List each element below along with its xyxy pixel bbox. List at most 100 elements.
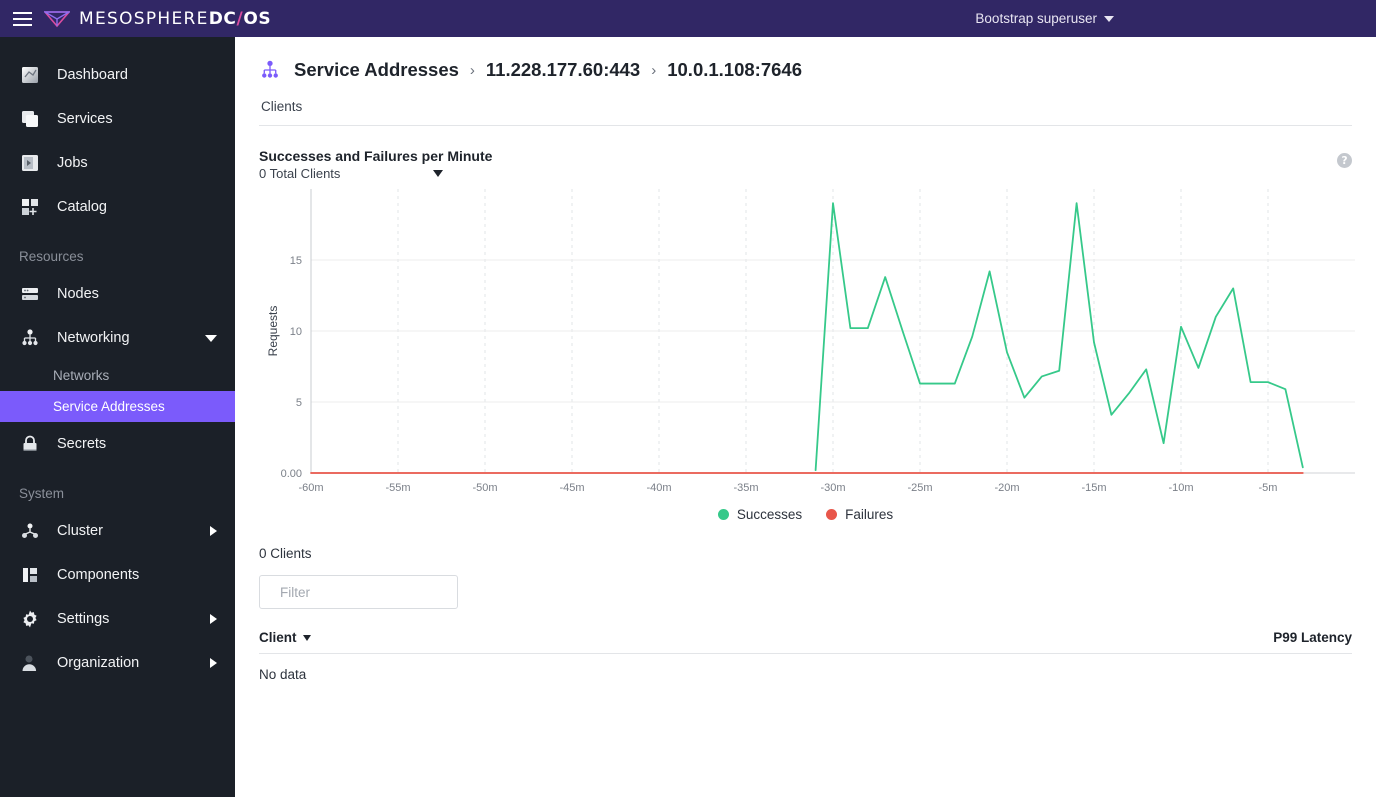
table-header-row: Client P99 Latency (259, 630, 1352, 654)
sidebar-item-jobs[interactable]: Jobs (0, 141, 235, 185)
sidebar-item-label: Cluster (57, 523, 103, 539)
dashboard-icon (19, 64, 41, 86)
user-icon (19, 652, 41, 674)
svg-text:-45m: -45m (559, 482, 584, 494)
clients-table: Client P99 Latency No data (259, 630, 1352, 682)
lock-icon (19, 433, 41, 455)
sidebar: Dashboard Services Jobs Catalog Resource… (0, 37, 235, 797)
svg-text:-40m: -40m (646, 482, 671, 494)
svg-text:10: 10 (290, 326, 302, 338)
cluster-icon (19, 520, 41, 542)
column-header-label: Client (259, 630, 297, 645)
sidebar-item-label: Secrets (57, 436, 107, 452)
svg-text:-25m: -25m (907, 482, 932, 494)
svg-text:0.00: 0.00 (281, 468, 302, 480)
caret-down-icon[interactable] (433, 170, 444, 177)
svg-text:-50m: -50m (472, 482, 497, 494)
chart-header: Successes and Failures per Minute 0 Tota… (259, 126, 1352, 181)
svg-text:-35m: -35m (733, 482, 758, 494)
legend-item-successes: Successes (717, 507, 803, 522)
chevron-right-icon[interactable] (210, 526, 217, 536)
sidebar-item-networks[interactable]: Networks (0, 360, 235, 391)
breadcrumb: Service Addresses › 11.228.177.60:443 › … (259, 59, 1352, 81)
app-body: Dashboard Services Jobs Catalog Resource… (0, 37, 1376, 797)
service-address-icon (262, 60, 278, 78)
chart-title: Successes and Failures per Minute (259, 148, 493, 164)
svg-text:-20m: -20m (994, 482, 1019, 494)
sidebar-item-dashboard[interactable]: Dashboard (0, 53, 235, 97)
main-content: Service Addresses › 11.228.177.60:443 › … (235, 37, 1376, 797)
chart-title-group: Successes and Failures per Minute 0 Tota… (259, 148, 492, 181)
help-icon[interactable]: ? (1337, 153, 1352, 168)
sidebar-item-catalog[interactable]: Catalog (0, 185, 235, 229)
svg-text:-10m: -10m (1168, 482, 1193, 494)
sidebar-subitem-label: Networks (53, 368, 110, 383)
tab-clients[interactable]: Clients (259, 99, 304, 125)
jobs-icon (19, 152, 41, 174)
brand-text: MESOSPHEREDC/OS (79, 9, 271, 29)
sidebar-item-cluster[interactable]: Cluster (0, 509, 235, 553)
sidebar-item-networking[interactable]: Networking (0, 316, 235, 360)
sidebar-item-label: Components (57, 567, 140, 583)
successes-failures-line-chart: 0.00 5 10 15 Requests -60m -55m -50m -45m -40m -35… (266, 189, 1355, 494)
sidebar-item-label: Services (57, 111, 113, 127)
nodes-icon (19, 283, 41, 305)
brand-logo-group[interactable]: MESOSPHEREDC/OS (44, 9, 271, 29)
sidebar-item-services[interactable]: Services (0, 97, 235, 141)
breadcrumb-level3[interactable]: 10.0.1.108:7646 (667, 59, 802, 81)
sidebar-subitem-label: Service Addresses (53, 399, 165, 414)
sidebar-item-settings[interactable]: Settings (0, 597, 235, 641)
chevron-down-icon[interactable] (205, 334, 217, 342)
breadcrumb-level2[interactable]: 11.228.177.60:443 (486, 59, 640, 81)
svg-text:Requests: Requests (266, 306, 280, 357)
networking-icon (19, 327, 41, 349)
sidebar-section-system: System (19, 486, 65, 501)
sidebar-item-label: Settings (57, 611, 110, 627)
column-header-p99-latency[interactable]: P99 Latency (1273, 630, 1352, 645)
chart-legend: Successes Failures (259, 507, 1352, 522)
sidebar-section-resources: Resources (19, 249, 84, 264)
svg-text:-5m: -5m (1259, 482, 1278, 494)
svg-text:5: 5 (296, 397, 302, 409)
filter-input[interactable] (280, 584, 457, 600)
chart-subtitle: 0 Total Clients (259, 166, 341, 181)
svg-text:-30m: -30m (820, 482, 845, 494)
sidebar-item-label: Organization (57, 655, 140, 671)
filter-field[interactable] (259, 575, 458, 609)
content-area: Successes and Failures per Minute 0 Tota… (235, 126, 1376, 797)
column-header-client[interactable]: Client (259, 630, 311, 645)
user-menu-label: Bootstrap superuser (975, 11, 1097, 26)
legend-color-dot (717, 509, 729, 520)
chart-plot-area: 0.00 5 10 15 Requests -60m -55m -50m -45m -40m -35… (259, 185, 1355, 505)
page-header: Service Addresses › 11.228.177.60:443 › … (235, 37, 1376, 126)
sidebar-item-secrets[interactable]: Secrets (0, 422, 235, 466)
top-bar: MESOSPHEREDC/OS Bootstrap superuser (0, 0, 1376, 37)
user-menu[interactable]: Bootstrap superuser (975, 0, 1114, 37)
sidebar-item-label: Catalog (57, 199, 107, 215)
services-icon (19, 108, 41, 130)
sidebar-item-organization[interactable]: Organization (0, 641, 235, 685)
breadcrumb-root[interactable]: Service Addresses (294, 59, 459, 81)
hamburger-icon[interactable] (0, 0, 44, 37)
legend-item-failures: Failures (826, 507, 893, 522)
chart-subtitle-row: 0 Total Clients (259, 166, 492, 181)
legend-label: Successes (736, 507, 803, 522)
sidebar-item-label: Jobs (57, 155, 88, 171)
sidebar-item-service-addresses[interactable]: Service Addresses (0, 391, 235, 422)
sidebar-item-label: Nodes (57, 286, 99, 302)
sidebar-item-nodes[interactable]: Nodes (0, 272, 235, 316)
breadcrumb-separator: › (469, 61, 475, 79)
chevron-right-icon[interactable] (210, 614, 217, 624)
gear-icon (19, 608, 41, 630)
svg-text:15: 15 (290, 255, 302, 267)
legend-color-dot (826, 509, 838, 520)
catalog-icon (19, 196, 41, 218)
brand-mesosphere: MESOSPHERE (79, 8, 209, 29)
breadcrumb-separator: › (651, 61, 657, 79)
sidebar-item-label: Dashboard (57, 67, 128, 83)
legend-label: Failures (845, 507, 894, 522)
sidebar-item-components[interactable]: Components (0, 553, 235, 597)
mesosphere-logo-icon (44, 10, 70, 27)
chevron-right-icon[interactable] (210, 658, 217, 668)
svg-text:-15m: -15m (1081, 482, 1106, 494)
